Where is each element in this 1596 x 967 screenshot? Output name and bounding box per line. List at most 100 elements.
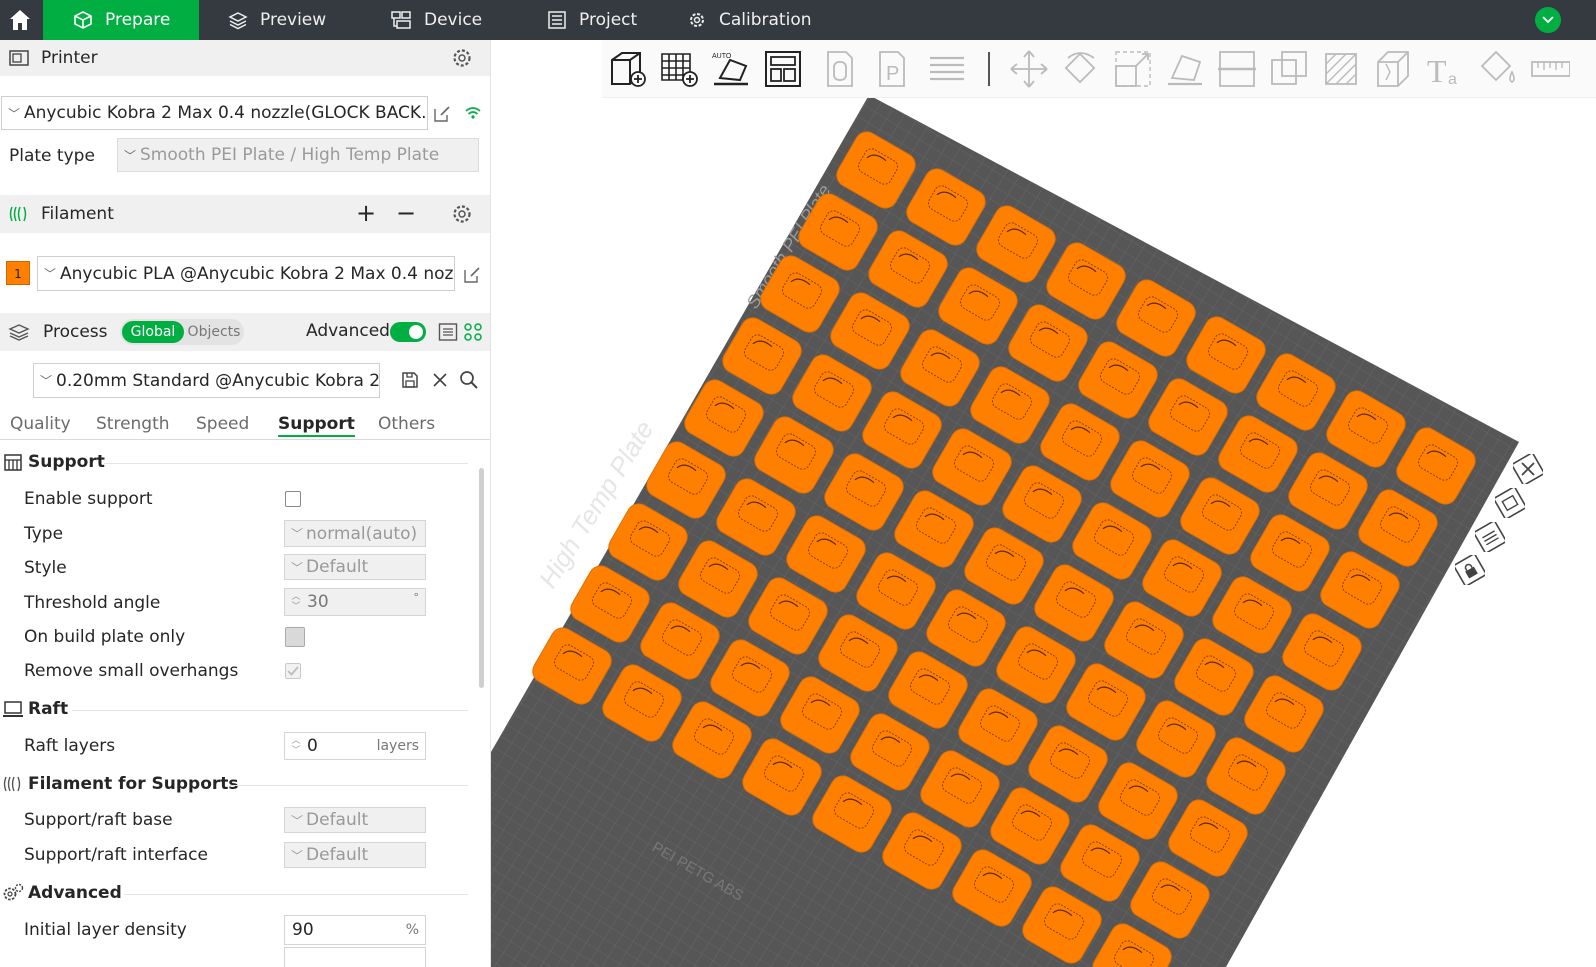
filament-supports-divider (230, 785, 468, 786)
advanced-switch[interactable] (390, 322, 426, 342)
svg-text:a: a (1448, 71, 1457, 88)
boolean-icon (1271, 51, 1307, 85)
list-view-icon[interactable] (438, 322, 458, 342)
raft-layers-unit: layers (376, 738, 419, 754)
tab-speed[interactable]: Speed (196, 414, 249, 434)
threshold-angle-value: 30 (307, 592, 329, 612)
support-type-select[interactable]: ﹀ normal(auto) (284, 520, 426, 547)
add-object-icon[interactable] (606, 48, 648, 90)
advanced-gears-icon (3, 883, 24, 901)
support-type-value: normal(auto) (306, 523, 418, 544)
scale-icon (1115, 51, 1151, 87)
close-object-icon[interactable] (1513, 454, 1543, 484)
chevron-down-icon: ﹀ (44, 267, 57, 281)
support-divider (104, 463, 468, 464)
orient-icon (827, 51, 853, 87)
tab-preview[interactable]: Preview (228, 0, 326, 40)
chevron-down-icon: ﹀ (40, 374, 53, 388)
raft-icon (3, 701, 23, 717)
search-icon[interactable] (459, 370, 479, 390)
build-plate-only-checkbox[interactable] (285, 627, 305, 647)
settings-panel: Printer ﹀ Anycubic Kobra 2 Max 0.4 nozzl… (0, 40, 491, 967)
top-bar: Prepare Preview Device Project Calibrati… (0, 0, 1596, 40)
enable-support-label: Enable support (24, 489, 153, 509)
edit-filament-icon[interactable] (462, 265, 482, 285)
plate-type-value: Smooth PEI Plate / High Temp Plate (140, 145, 440, 165)
tab-support[interactable]: Support (278, 414, 355, 437)
lock-plate-icon[interactable] (1455, 555, 1485, 585)
3d-viewport[interactable]: High Temp Plate Smooth PEI Plate PEI PET… (491, 40, 1596, 967)
initial-layer-density-field[interactable]: 90 % (284, 915, 426, 945)
filament-settings-gear-icon[interactable] (451, 203, 473, 225)
text-tool-icon: Ta (1427, 53, 1457, 89)
threshold-angle-unit: ° (413, 591, 420, 604)
advanced-group-label: Advanced (28, 883, 122, 903)
remove-filament-button[interactable]: − (396, 199, 416, 227)
close-icon[interactable] (431, 371, 449, 389)
auto-orient-icon[interactable]: AUTO (710, 48, 752, 90)
cube-icon (74, 11, 92, 29)
checkmark-icon (287, 666, 299, 676)
tab-device[interactable]: Device (390, 0, 482, 40)
initial-layer-density-value: 90 (292, 920, 314, 940)
arrange-plate-icon[interactable] (1475, 522, 1505, 552)
add-plate-icon[interactable] (658, 48, 700, 90)
save-icon[interactable] (400, 370, 420, 390)
spinner-icon[interactable]: ︿ ﹀ (285, 736, 307, 756)
lay-on-face-icon (1168, 54, 1202, 86)
layers-icon (228, 12, 248, 30)
next-field-partial[interactable] (284, 947, 426, 967)
printer-settings-gear-icon[interactable] (451, 47, 473, 69)
tab-others[interactable]: Others (378, 414, 435, 434)
tab-project[interactable]: Project (547, 0, 637, 40)
printer-select[interactable]: ﹀ Anycubic Kobra 2 Max 0.4 nozzle(GLOCK … (1, 96, 428, 130)
enable-support-checkbox[interactable] (285, 491, 301, 507)
objects-option[interactable]: Objects (186, 321, 242, 343)
raft-layers-field[interactable]: ︿ ﹀ 0 layers (284, 732, 426, 760)
filament-supports-group-label: Filament for Supports (28, 774, 239, 794)
arrange-icon[interactable] (762, 48, 804, 90)
support-raft-base-select[interactable]: ﹀ Default (284, 807, 426, 833)
process-preset-value: 0.20mm Standard @Anycubic Kobra 2... (56, 370, 380, 391)
plate-type-select[interactable]: ﹀ Smooth PEI Plate / High Temp Plate (117, 138, 479, 172)
tab-strength[interactable]: Strength (96, 414, 170, 434)
initial-layer-density-label: Initial layer density (24, 920, 187, 940)
printer-name: Anycubic Kobra 2 Max 0.4 nozzle(GLOCK BA… (24, 103, 428, 123)
spinner-icon[interactable]: ︿ ﹀ (285, 592, 307, 612)
layers-list-icon (930, 56, 964, 81)
tab-calibration[interactable]: Calibration (687, 0, 812, 40)
support-raft-interface-select[interactable]: ﹀ Default (284, 842, 426, 868)
edit-printer-icon[interactable] (432, 104, 452, 124)
advanced-divider (124, 894, 468, 895)
compare-presets-icon[interactable] (463, 322, 483, 342)
remove-small-overhangs-checkbox[interactable] (285, 663, 301, 679)
global-option[interactable]: Global (122, 321, 184, 343)
filament-slot-badge[interactable]: 1 (6, 261, 30, 285)
chevron-down-icon: ﹀ (291, 560, 304, 575)
home-button[interactable] (0, 0, 40, 40)
tab-quality[interactable]: Quality (10, 414, 71, 434)
object-view-icon[interactable] (1495, 488, 1525, 518)
chevron-down-icon: ﹀ (291, 527, 304, 541)
account-menu-button[interactable] (1535, 7, 1561, 33)
filament-select[interactable]: ﹀ Anycubic PLA @Anycubic Kobra 2 Max 0.4… (37, 256, 455, 291)
build-plate-scene[interactable]: High Temp Plate Smooth PEI Plate PEI PET… (491, 40, 1596, 967)
threshold-angle-field[interactable]: ︿ ﹀ 30 ° (284, 588, 426, 616)
support-raft-interface-value: Default (306, 845, 369, 865)
global-objects-toggle[interactable]: Global Objects (120, 319, 244, 345)
tab-project-label: Project (579, 10, 638, 30)
support-type-label: Type (24, 524, 64, 544)
toolbar-separator (988, 52, 990, 86)
advanced-label: Advanced (306, 321, 390, 341)
document-icon (548, 11, 566, 29)
raft-group-header: Raft (0, 699, 68, 719)
filament-supports-group-header: Filament for Supports (0, 774, 239, 794)
tab-prepare[interactable]: Prepare (43, 0, 199, 40)
process-preset-select[interactable]: ﹀ 0.20mm Standard @Anycubic Kobra 2... (33, 363, 380, 398)
add-filament-button[interactable]: + (356, 199, 376, 227)
chevron-down-icon: ﹀ (8, 106, 21, 121)
settings-scrollbar[interactable] (479, 468, 484, 688)
measure-icon (1531, 61, 1570, 77)
printer-icon (9, 50, 29, 66)
support-style-select[interactable]: ﹀ Default (284, 554, 426, 580)
